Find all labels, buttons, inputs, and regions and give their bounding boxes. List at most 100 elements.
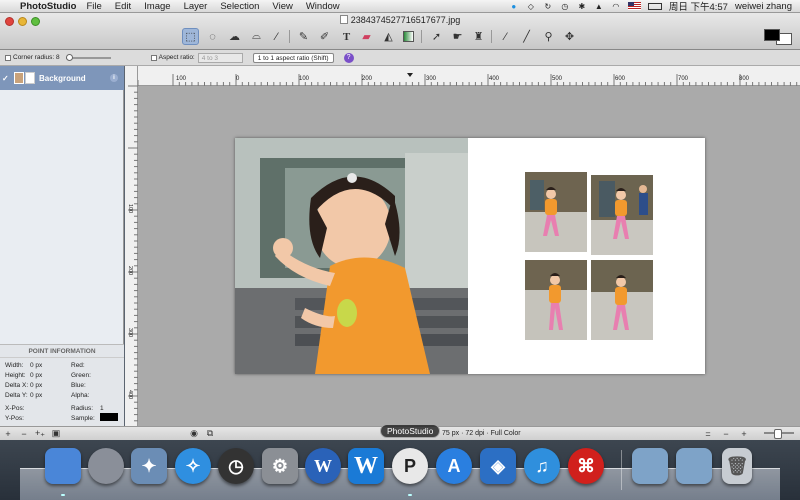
corner-radius-checkbox[interactable] (5, 54, 11, 61)
corner-radius-label: Corner radius: 8 (13, 54, 60, 61)
move-selection-tool-icon[interactable]: ➚ (428, 28, 445, 45)
zoom-in-button[interactable]: + (736, 429, 752, 439)
pencil-tool-icon[interactable]: ✎ (295, 28, 312, 45)
word-alt-icon[interactable]: W (348, 448, 384, 484)
help-icon[interactable]: ? (343, 52, 354, 63)
running-indicator (408, 494, 412, 496)
layer-info-icon[interactable]: i (110, 74, 118, 82)
safari-icon[interactable]: ✧ (175, 448, 211, 484)
eyedropper-tool-icon[interactable]: ⁄ (497, 28, 514, 45)
menu-layer[interactable]: Layer (184, 1, 208, 12)
brush-tool-icon[interactable]: ✐ (316, 28, 333, 45)
paint-bucket-tool-icon[interactable]: ◭ (380, 28, 397, 45)
lasso-tool-icon[interactable]: ☁ (226, 28, 243, 45)
menu-app-name[interactable]: PhotoStudio (20, 1, 76, 12)
magic-wand-tool-icon[interactable]: ⁄ (268, 28, 285, 45)
wifi-icon[interactable]: ◠ (611, 2, 621, 11)
duplicate-layer-button[interactable]: +₊ (32, 428, 48, 439)
ruler-vertical[interactable]: 100 200 300 400 (125, 66, 138, 447)
itunes-icon[interactable]: ♫ (524, 448, 560, 484)
document-canvas[interactable] (235, 138, 705, 374)
ruler-h-label: 800 (739, 76, 750, 82)
menu-selection[interactable]: Selection (220, 1, 259, 12)
battery-icon[interactable] (647, 2, 662, 10)
zoom-slider[interactable] (764, 429, 794, 439)
add-layer-button[interactable]: + (0, 429, 16, 439)
width-value: 0 px (30, 362, 43, 369)
rect-select-tool-icon[interactable]: ⬚ (182, 28, 199, 45)
app-store-icon[interactable]: A (436, 448, 472, 484)
dropbox-app-icon[interactable]: ◈ (480, 448, 516, 484)
corner-radius-slider[interactable] (65, 53, 111, 61)
gradient-tool-icon[interactable] (400, 28, 417, 45)
polygon-lasso-tool-icon[interactable]: ⌓ (248, 28, 265, 45)
pan-tool-icon[interactable]: ✥ (561, 28, 578, 45)
eraser-tool-icon[interactable]: ▰ (358, 28, 375, 45)
system-preferences-icon[interactable]: ⚙ (262, 448, 298, 484)
ruler-v-label: 100 (127, 204, 133, 214)
layer-visible-check-icon[interactable]: ✓ (2, 74, 10, 83)
menu-image[interactable]: Image (144, 1, 170, 12)
zoom-out-button[interactable]: − (718, 429, 734, 439)
point-information-panel: POINT INFORMATION Width: 0 px Height: 0 … (0, 344, 124, 426)
green-label: Green: (71, 372, 91, 379)
skype-icon[interactable]: ● (509, 2, 519, 11)
layer-row-background[interactable]: ✓ Background i (0, 66, 124, 90)
aspect-ratio-field[interactable]: 4 to 3 (197, 52, 243, 63)
menu-view[interactable]: View (272, 1, 292, 12)
ruler-vertical-ticks (128, 85, 138, 447)
launchpad-icon[interactable] (88, 448, 124, 484)
blend-mode-icon[interactable]: ⧉ (202, 428, 218, 439)
bluetooth-icon[interactable]: ✱ (577, 2, 587, 11)
canvas-area[interactable] (138, 86, 800, 426)
clock[interactable]: 周日 下午4:57 (669, 0, 728, 13)
running-indicator (61, 494, 65, 496)
move-layer-tool-icon[interactable]: ☛ (449, 28, 466, 45)
height-label: Height: (5, 372, 26, 379)
toolbar-divider (289, 30, 290, 43)
document-title-text: 2384374527716517677.jpg (350, 15, 461, 25)
foreground-color-swatch[interactable] (764, 29, 780, 41)
sync-icon[interactable]: ↻ (543, 2, 553, 11)
toolbar-divider (491, 30, 492, 43)
acrobat-icon[interactable]: ⌘ (568, 448, 604, 484)
dashboard-icon[interactable]: ◷ (218, 448, 254, 484)
layer-mask-thumbnail (25, 72, 35, 84)
preview-icon[interactable]: ✦ (131, 448, 167, 484)
menu-window[interactable]: Window (306, 1, 340, 12)
stamp-tool-icon[interactable]: ♜ (470, 28, 487, 45)
aspect-ratio-checkbox[interactable] (150, 54, 157, 61)
red-label: Red: (71, 362, 85, 369)
color-picker-tool-icon[interactable]: ╱ (518, 28, 535, 45)
finder-icon[interactable] (45, 448, 81, 484)
menu-file[interactable]: File (86, 1, 101, 12)
trash-icon[interactable]: 🗑 (722, 448, 752, 484)
dropbox-icon[interactable]: ◇ (526, 2, 536, 11)
documents-folder-icon[interactable] (676, 448, 712, 484)
ruler-h-label: 400 (489, 76, 500, 82)
slider-knob[interactable] (65, 53, 73, 61)
zoom-tool-icon[interactable]: ⚲ (540, 28, 557, 45)
ruler-horizontal[interactable]: 100 0 100 200 300 400 500 600 700 800 (137, 66, 800, 86)
sample-label: Sample: (71, 415, 95, 422)
layer-properties-icon[interactable]: ▣ (48, 428, 64, 439)
word-icon[interactable]: W (305, 448, 341, 484)
photostudio-icon[interactable]: P (392, 448, 428, 484)
remove-layer-button[interactable]: − (16, 429, 32, 439)
height-value: 0 px (30, 372, 43, 379)
user-name[interactable]: weiwei zhang (735, 1, 792, 12)
visibility-eye-icon[interactable]: ◉ (186, 428, 202, 439)
fit-window-button[interactable]: = (700, 429, 716, 439)
aspect-mode-select[interactable]: 1 to 1 aspect ratio (Shift) (252, 52, 334, 63)
text-tool-icon[interactable]: T (338, 28, 355, 45)
menu-edit[interactable]: Edit (115, 1, 131, 12)
eject-icon[interactable]: ▲ (594, 2, 604, 11)
ruler-v-label: 300 (127, 328, 133, 338)
ruler-h-label: 500 (552, 76, 563, 82)
applications-folder-icon[interactable] (632, 448, 668, 484)
input-source-flag-icon[interactable] (627, 2, 641, 10)
thumbnail-photo-1 (525, 172, 587, 252)
dock-separator (621, 450, 622, 490)
ellipse-select-tool-icon[interactable]: ◌ (204, 28, 221, 45)
time-machine-icon[interactable]: ◷ (560, 2, 570, 11)
